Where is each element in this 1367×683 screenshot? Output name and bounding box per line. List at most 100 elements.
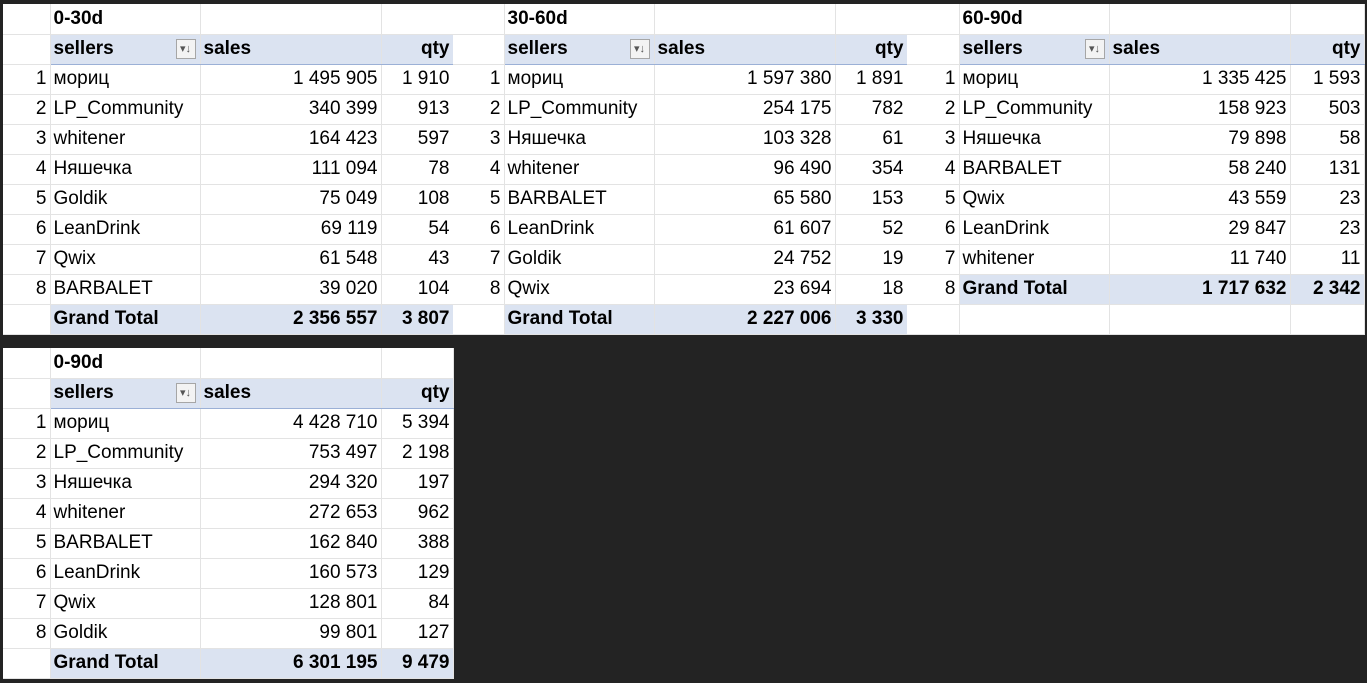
qty-cell[interactable]: 782 (835, 94, 908, 125)
sales-cell[interactable]: 340 399 (200, 94, 382, 125)
seller-cell[interactable]: Goldik (50, 184, 201, 215)
table-row[interactable]: 6 LeanDrink 69 119 54 (3, 214, 454, 245)
table-row[interactable]: 5 Qwix 43 559 23 (907, 184, 1365, 215)
sales-cell[interactable]: 272 653 (200, 498, 382, 529)
grand-total-label[interactable]: Grand Total (50, 647, 201, 679)
table-row[interactable]: 8 BARBALET 39 020 104 (3, 274, 454, 305)
table-row[interactable]: 7 whitener 11 740 11 (907, 244, 1365, 275)
qty-cell[interactable]: 1 891 (835, 64, 908, 95)
sales-cell[interactable]: 69 119 (200, 214, 382, 245)
sales-cell[interactable]: 111 094 (200, 154, 382, 185)
seller-cell[interactable]: BARBALET (50, 274, 201, 305)
sort-filter-icon[interactable]: ▾↓ (629, 38, 650, 59)
table-row[interactable]: 1 мориц 4 428 710 5 394 (3, 408, 454, 439)
seller-cell[interactable]: мориц (50, 64, 201, 95)
seller-cell[interactable]: Qwix (504, 274, 655, 305)
qty-cell[interactable]: 19 (835, 244, 908, 275)
grand-total-qty[interactable]: 3 330 (835, 303, 908, 335)
qty-cell[interactable]: 52 (835, 214, 908, 245)
grand-total-label[interactable]: Grand Total (959, 273, 1110, 305)
qty-cell[interactable]: 129 (381, 558, 454, 589)
table-row[interactable]: 3 Няшечка 294 320 197 (3, 468, 454, 499)
seller-cell[interactable]: Qwix (50, 588, 201, 619)
seller-cell[interactable]: Goldik (50, 618, 201, 649)
qty-cell[interactable]: 354 (835, 154, 908, 185)
sales-cell[interactable]: 4 428 710 (200, 408, 382, 439)
seller-cell[interactable]: мориц (959, 64, 1110, 95)
seller-cell[interactable]: LP_Community (959, 94, 1110, 125)
sales-cell[interactable]: 162 840 (200, 528, 382, 559)
table-row[interactable]: 2 LP_Community 254 175 782 (453, 94, 908, 125)
seller-cell[interactable]: LeanDrink (504, 214, 655, 245)
table-row[interactable]: 2 LP_Community 753 497 2 198 (3, 438, 454, 469)
sales-header[interactable]: sales (200, 34, 382, 65)
table-row[interactable]: 4 Няшечка 111 094 78 (3, 154, 454, 185)
table-row[interactable]: 2 LP_Community 340 399 913 (3, 94, 454, 125)
sales-cell[interactable]: 39 020 (200, 274, 382, 305)
qty-cell[interactable]: 23 (1290, 214, 1365, 245)
grand-total-sales[interactable]: 6 301 195 (200, 647, 382, 679)
qty-cell[interactable]: 23 (1290, 184, 1365, 215)
qty-cell[interactable]: 43 (381, 244, 454, 275)
qty-cell[interactable]: 61 (835, 124, 908, 155)
qty-cell[interactable]: 1 910 (381, 64, 454, 95)
sales-cell[interactable]: 254 175 (654, 94, 836, 125)
seller-cell[interactable]: LP_Community (504, 94, 655, 125)
sort-filter-icon[interactable]: ▾↓ (175, 38, 196, 59)
sales-cell[interactable]: 1 335 425 (1109, 64, 1291, 95)
sales-cell[interactable]: 294 320 (200, 468, 382, 499)
seller-cell[interactable]: Goldik (504, 244, 655, 275)
table-row[interactable]: 7 Goldik 24 752 19 (453, 244, 908, 275)
sales-cell[interactable]: 29 847 (1109, 214, 1291, 245)
qty-cell[interactable]: 388 (381, 528, 454, 559)
grand-total-qty[interactable]: 3 807 (381, 303, 454, 335)
qty-cell[interactable]: 503 (1290, 94, 1365, 125)
table-row[interactable]: 6 LeanDrink 61 607 52 (453, 214, 908, 245)
table-row[interactable]: 2 LP_Community 158 923 503 (907, 94, 1365, 125)
sales-cell[interactable]: 79 898 (1109, 124, 1291, 155)
seller-cell[interactable]: Няшечка (959, 124, 1110, 155)
sales-cell[interactable]: 128 801 (200, 588, 382, 619)
sellers-header[interactable]: sellers ▾↓ (959, 34, 1110, 65)
seller-cell[interactable]: мориц (50, 408, 201, 439)
sales-header[interactable]: sales (654, 34, 836, 65)
qty-cell[interactable]: 78 (381, 154, 454, 185)
sales-header[interactable]: sales (200, 378, 382, 409)
seller-cell[interactable]: BARBALET (504, 184, 655, 215)
sales-cell[interactable]: 1 495 905 (200, 64, 382, 95)
qty-cell[interactable]: 962 (381, 498, 454, 529)
sellers-header[interactable]: sellers ▾↓ (504, 34, 655, 65)
table-row[interactable]: 5 BARBALET 162 840 388 (3, 528, 454, 559)
qty-cell[interactable]: 131 (1290, 154, 1365, 185)
qty-cell[interactable]: 58 (1290, 124, 1365, 155)
grand-total-row[interactable]: Grand Total 2 227 006 3 330 (453, 303, 908, 335)
table-row[interactable]: 4 whitener 272 653 962 (3, 498, 454, 529)
qty-cell[interactable]: 597 (381, 124, 454, 155)
qty-cell[interactable]: 84 (381, 588, 454, 619)
table-row[interactable]: 8 Qwix 23 694 18 (453, 274, 908, 305)
grand-total-row[interactable]: Grand Total 6 301 195 9 479 (3, 647, 454, 679)
qty-cell[interactable]: 104 (381, 274, 454, 305)
seller-cell[interactable]: Няшечка (50, 468, 201, 499)
table-row[interactable]: 6 LeanDrink 29 847 23 (907, 214, 1365, 245)
table-row[interactable]: 7 Qwix 128 801 84 (3, 588, 454, 619)
table-row[interactable]: 5 BARBALET 65 580 153 (453, 184, 908, 215)
table-row[interactable]: 4 whitener 96 490 354 (453, 154, 908, 185)
grand-total-qty[interactable]: 9 479 (381, 647, 454, 679)
sales-cell[interactable]: 11 740 (1109, 244, 1291, 275)
seller-cell[interactable]: whitener (50, 498, 201, 529)
qty-header[interactable]: qty (1290, 34, 1365, 65)
sales-cell[interactable]: 753 497 (200, 438, 382, 469)
seller-cell[interactable]: Няшечка (50, 154, 201, 185)
table-row[interactable]: 3 Няшечка 103 328 61 (453, 124, 908, 155)
qty-cell[interactable]: 1 593 (1290, 64, 1365, 95)
table-row[interactable]: 1 мориц 1 495 905 1 910 (3, 64, 454, 95)
sales-cell[interactable]: 160 573 (200, 558, 382, 589)
qty-cell[interactable]: 127 (381, 618, 454, 649)
sales-cell[interactable]: 164 423 (200, 124, 382, 155)
sales-cell[interactable]: 103 328 (654, 124, 836, 155)
seller-cell[interactable]: LP_Community (50, 438, 201, 469)
seller-cell[interactable]: Qwix (959, 184, 1110, 215)
sales-cell[interactable]: 24 752 (654, 244, 836, 275)
seller-cell[interactable]: Няшечка (504, 124, 655, 155)
